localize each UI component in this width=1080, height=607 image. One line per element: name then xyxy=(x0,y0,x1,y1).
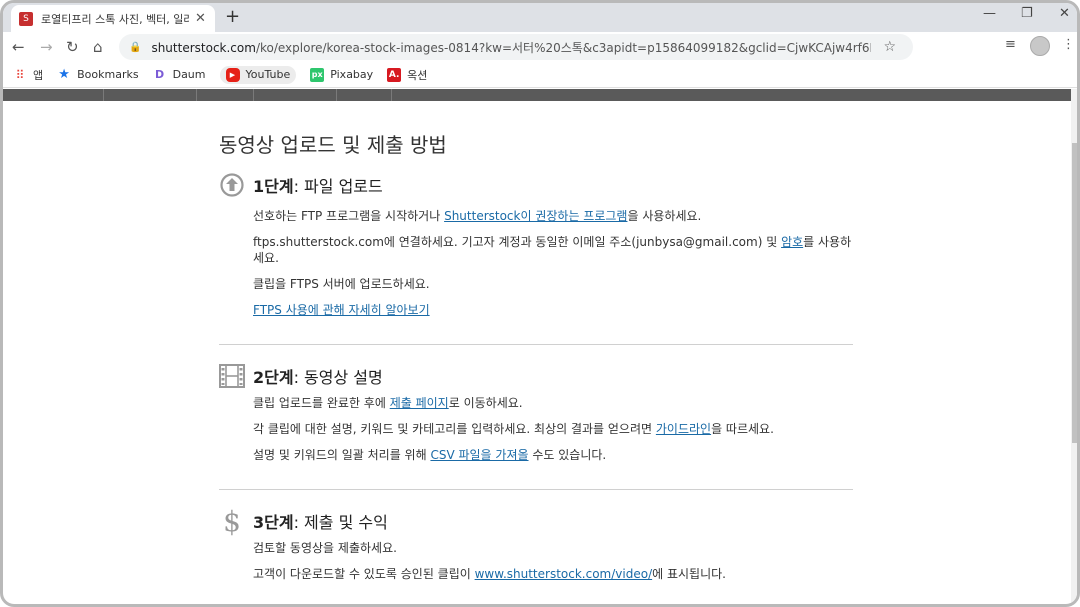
daum-icon: D xyxy=(152,67,167,82)
reading-list-icon[interactable]: ≡ xyxy=(1005,37,1016,52)
step-3-section: $ 3단계: 제출 및 수익 검토할 동영상을 제출하세요. 고객이 다운로드할… xyxy=(219,504,853,582)
step-3-title: 3단계: 제출 및 수익 xyxy=(253,509,388,533)
step-2-line-2: 각 클립에 대한 설명, 키워드 및 카테고리를 입력하세요. 최상의 결과를 … xyxy=(253,421,853,437)
step-1-line-4: FTPS 사용에 관해 자세히 알아보기 xyxy=(253,302,853,318)
text: 에 표시됩니다. xyxy=(652,567,726,581)
auction-icon: A. xyxy=(387,67,402,82)
bookmark-label: Pixabay xyxy=(330,68,374,81)
step-number: 3단계 xyxy=(253,513,294,532)
new-tab-button[interactable]: + xyxy=(225,6,240,28)
step-1-title: 1단계: 파일 업로드 xyxy=(253,173,383,197)
text: 선호하는 FTP 프로그램을 시작하거나 xyxy=(253,209,445,223)
shutterstock-video-link[interactable]: www.shutterstock.com/video/ xyxy=(475,567,653,581)
text: 을 사용하세요. xyxy=(627,209,702,223)
bookmark-pixabay[interactable]: px Pixabay xyxy=(310,67,374,82)
bookmark-bookmarks[interactable]: ★ Bookmarks xyxy=(57,66,139,82)
text: 설명 및 키워드의 일괄 처리를 위해 xyxy=(253,448,431,462)
tab-title: 로열티프리 스톡 사진, 벡터, 일러 xyxy=(41,12,189,26)
bookmark-apps[interactable]: ⠿ 앱 xyxy=(13,67,44,83)
tab-close-icon[interactable]: ✕ xyxy=(195,11,206,26)
url-text[interactable]: shutterstock.com/ko/explore/korea-stock-… xyxy=(151,39,871,56)
bookmark-label: Daum xyxy=(172,68,206,81)
step-2-title: 2단계: 동영상 설명 xyxy=(253,364,383,388)
film-icon xyxy=(219,363,245,389)
submit-page-link[interactable]: 제출 페이지 xyxy=(390,396,449,410)
bookmark-daum[interactable]: D Daum xyxy=(152,67,206,82)
bookmark-star-icon[interactable]: ☆ xyxy=(883,39,896,55)
star-icon: ★ xyxy=(58,66,70,82)
step-2-section: 2단계: 동영상 설명 클립 업로드를 완료한 후에 제출 페이지로 이동하세요… xyxy=(219,363,853,463)
close-window-icon[interactable]: ✕ xyxy=(1059,6,1070,21)
site-nav-bar xyxy=(3,89,1071,101)
text: 클립 업로드를 완료한 후에 xyxy=(253,396,390,410)
import-csv-link[interactable]: CSV 파일을 가져올 xyxy=(430,448,528,462)
maximize-icon[interactable]: ❐ xyxy=(1021,6,1033,21)
text: ftps.shutterstock.com에 연결하세요. 기고자 계정과 동일… xyxy=(253,235,782,249)
guidelines-link[interactable]: 가이드라인 xyxy=(656,422,711,436)
step-3-line-1: 검토할 동영상을 제출하세요. xyxy=(253,540,853,556)
forward-arrow-icon[interactable]: → xyxy=(40,36,53,58)
menu-kebab-icon[interactable]: ⋮ xyxy=(1062,37,1075,52)
bookmark-label: 앱 xyxy=(33,68,44,82)
step-2-line-3: 설명 및 키워드의 일괄 처리를 위해 CSV 파일을 가져올 수도 있습니다. xyxy=(253,447,853,463)
section-divider xyxy=(219,489,853,490)
page-title: 동영상 업로드 및 제출 방법 xyxy=(219,133,447,157)
bookmark-auction[interactable]: A. 옥션 xyxy=(387,67,427,83)
step-name: : 파일 업로드 xyxy=(293,177,383,196)
step-3-line-2: 고객이 다운로드할 수 있도록 승인된 클립이 www.shutterstock… xyxy=(253,566,853,582)
bookmark-youtube[interactable]: ▶ YouTube xyxy=(219,65,297,84)
text: 검토할 동영상을 제출하세요. xyxy=(253,541,397,555)
step-number: 2단계 xyxy=(253,368,294,387)
browser-tab[interactable]: S 로열티프리 스톡 사진, 벡터, 일러 ✕ xyxy=(11,5,215,32)
text: 각 클립에 대한 설명, 키워드 및 카테고리를 입력하세요. 최상의 결과를 … xyxy=(253,422,656,436)
url-host: shutterstock.com xyxy=(151,40,256,55)
text: 수도 있습니다. xyxy=(528,448,607,462)
home-icon[interactable]: ⌂ xyxy=(93,36,103,58)
step-1-line-2: ftps.shutterstock.com에 연결하세요. 기고자 계정과 동일… xyxy=(253,234,853,266)
lock-icon: 🔒 xyxy=(129,41,142,53)
minimize-icon[interactable]: — xyxy=(983,6,996,21)
text: 고객이 다운로드할 수 있도록 승인된 클립이 xyxy=(253,567,475,581)
recommended-programs-link[interactable]: Shutterstock이 권장하는 프로그램 xyxy=(444,209,627,223)
page-scrollbar[interactable] xyxy=(1071,89,1077,604)
dollar-icon: $ xyxy=(223,504,241,538)
tab-strip: S 로열티프리 스톡 사진, 벡터, 일러 ✕ + — ❐ ✕ xyxy=(3,3,1077,32)
step-name: : 동영상 설명 xyxy=(293,368,383,387)
step-1-line-1: 선호하는 FTP 프로그램을 시작하거나 Shutterstock이 권장하는 … xyxy=(253,208,853,224)
bookmark-label: YouTube xyxy=(245,68,291,81)
profile-avatar[interactable] xyxy=(1030,36,1050,56)
pixabay-icon: px xyxy=(310,67,325,82)
shutterstock-favicon-icon: S xyxy=(19,11,33,26)
url-path: /ko/explore/korea-stock-images-0814?kw=서… xyxy=(255,40,872,55)
text: 로 이동하세요. xyxy=(448,396,523,410)
password-link[interactable]: 암호 xyxy=(781,235,803,249)
apps-grid-icon: ⠿ xyxy=(15,67,25,82)
bookmark-label: Bookmarks xyxy=(77,68,139,81)
step-1-line-3: 클립을 FTPS 서버에 업로드하세요. xyxy=(253,276,853,292)
step-number: 1단계 xyxy=(253,177,294,196)
browser-window: S 로열티프리 스톡 사진, 벡터, 일러 ✕ + — ❐ ✕ ← → ↻ ⌂ … xyxy=(0,0,1080,607)
main-content: 동영상 업로드 및 제출 방법 1단계: 파일 업로드 선호하는 FTP 프로그… xyxy=(219,129,853,604)
address-bar[interactable]: 🔒 shutterstock.com/ko/explore/korea-stoc… xyxy=(119,34,913,60)
section-divider xyxy=(219,344,853,345)
bookmarks-bar: ⠿ 앱 ★ Bookmarks D Daum ▶ YouTube px Pixa… xyxy=(3,62,1077,88)
text: 을 따르세요. xyxy=(711,422,774,436)
scrollbar-thumb[interactable] xyxy=(1072,143,1077,443)
browser-toolbar: ← → ↻ ⌂ 🔒 shutterstock.com/ko/explore/ko… xyxy=(3,32,1077,62)
reload-icon[interactable]: ↻ xyxy=(66,36,79,58)
step-1-section: 1단계: 파일 업로드 선호하는 FTP 프로그램을 시작하거나 Shutter… xyxy=(219,172,853,318)
step-2-line-1: 클립 업로드를 완료한 후에 제출 페이지로 이동하세요. xyxy=(253,395,853,411)
youtube-icon: ▶ xyxy=(225,67,240,82)
learn-ftps-link[interactable]: FTPS 사용에 관해 자세히 알아보기 xyxy=(253,303,430,317)
bookmark-label: 옥션 xyxy=(407,68,428,82)
back-arrow-icon[interactable]: ← xyxy=(12,36,25,58)
step-name: : 제출 및 수익 xyxy=(293,513,388,532)
text: 클립을 FTPS 서버에 업로드하세요. xyxy=(253,277,430,291)
upload-arrow-icon xyxy=(219,172,245,198)
